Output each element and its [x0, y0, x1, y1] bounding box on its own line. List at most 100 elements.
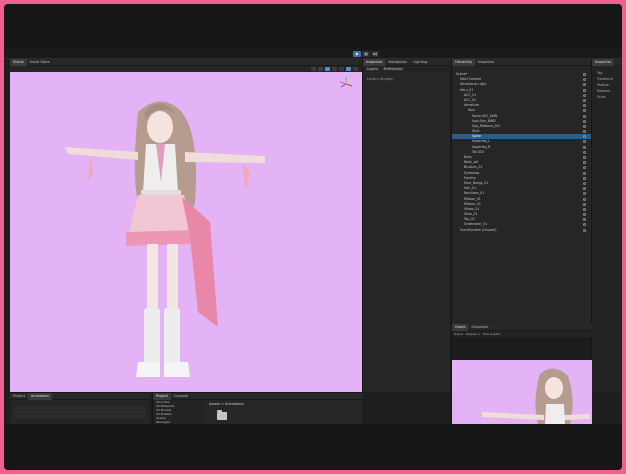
tab-animation[interactable]: Animation [27, 392, 52, 400]
label-position: Position [597, 83, 610, 87]
gizmos-icon[interactable] [346, 67, 351, 71]
visibility-icon[interactable] [583, 88, 586, 92]
hierarchy-panel: Hierarchy Inspector Scene* Main Camera Dir… [451, 58, 592, 324]
visibility-icon[interactable] [583, 202, 586, 206]
visibility-icon[interactable] [583, 150, 586, 154]
scene-tabbar: Scene Asset Store [10, 58, 362, 66]
visibility-icon[interactable] [583, 109, 586, 113]
visibility-icon[interactable] [583, 228, 586, 232]
visibility-icon[interactable] [583, 218, 586, 222]
subtab-preferences[interactable]: Preferences [381, 67, 405, 71]
label-transform: Transform [597, 77, 613, 81]
timeline[interactable] [10, 406, 150, 419]
tab-inspector[interactable]: Inspector [363, 58, 386, 66]
visibility-icon[interactable] [583, 104, 586, 108]
visibility-icon[interactable] [583, 166, 586, 170]
label-tag: Tag [597, 71, 603, 75]
hierarchy-row-label: Brushes_01 [464, 165, 483, 170]
screen-frame: Scene Asset Store Inspector Navigation L… [4, 4, 622, 470]
tab-game[interactable]: Game [452, 323, 469, 331]
2d-toggle-icon[interactable] [318, 67, 323, 71]
camera-settings-icon[interactable] [353, 67, 358, 71]
hierarchy-row[interactable]: EventSystem (Unused) [452, 228, 592, 233]
visibility-icon[interactable] [583, 73, 586, 76]
animation-panel: Project Animation [10, 392, 150, 424]
visibility-icon[interactable] [583, 98, 586, 102]
visibility-icon[interactable] [583, 176, 586, 180]
tab-scene[interactable]: Scene [10, 58, 27, 66]
game-panel: Game Simulator Game Display 1 Free Aspec… [451, 323, 592, 424]
inspector-empty-text: Layers (Empty) [367, 77, 394, 81]
step-icon [373, 52, 377, 56]
tab-asset-store[interactable]: Asset Store [27, 59, 53, 66]
hierarchy-row-label: Main Camera [460, 77, 482, 82]
visibility-icon[interactable] [583, 83, 586, 87]
aspect-dropdown[interactable]: Free Aspect [483, 332, 501, 336]
project-sidebar: Favorites All Materials All Models All P… [153, 400, 203, 425]
pause-icon [364, 52, 368, 56]
visibility-icon[interactable] [583, 78, 586, 82]
visibility-icon[interactable] [583, 93, 586, 97]
visibility-icon[interactable] [583, 207, 586, 211]
avatar-model[interactable] [10, 72, 362, 392]
step-button[interactable] [371, 51, 379, 57]
hierarchy-row-label: Tail.002 [472, 149, 485, 154]
game-mode-dropdown[interactable]: Game [454, 332, 463, 336]
tab-navigation[interactable]: Navigation [385, 59, 410, 66]
hierarchy-row-label: Shoe_01 [464, 212, 478, 217]
hierarchy-row-label: Directional Light [460, 82, 487, 87]
visibility-icon[interactable] [583, 181, 586, 185]
tab-right-inspector[interactable]: Inspector [592, 58, 615, 66]
visibility-icon[interactable] [583, 156, 586, 159]
hierarchy-row-label: Upperleg_R [472, 144, 491, 149]
visibility-icon[interactable] [583, 161, 586, 165]
letterbox-bottom [4, 424, 622, 470]
visibility-icon[interactable] [583, 197, 586, 201]
tab-project[interactable]: Project [153, 392, 171, 400]
hierarchy-row-label: Body [464, 155, 473, 159]
display-dropdown[interactable]: Display 1 [466, 332, 480, 336]
visibility-icon[interactable] [583, 192, 586, 196]
visibility-icon[interactable] [583, 114, 586, 118]
pause-button[interactable] [362, 51, 370, 57]
play-button[interactable] [353, 51, 361, 57]
hierarchy-row-label: ACC_01 [464, 92, 477, 97]
tab-hierarchy[interactable]: Hierarchy [452, 58, 475, 66]
hierarchy-row-label: ACC_02 [464, 97, 477, 102]
timeline-track [14, 415, 146, 418]
subtab-layers[interactable]: Layers [365, 67, 380, 71]
visibility-icon[interactable] [583, 135, 586, 139]
inspector-subtabs: Layers Preferences [363, 66, 451, 72]
visibility-icon[interactable] [583, 187, 586, 191]
main-toolbar [4, 49, 622, 59]
label-scale: Scale [597, 95, 606, 99]
hierarchy-row-label: Face_Bangs_01 [464, 180, 489, 185]
scene-viewport[interactable] [10, 72, 362, 392]
hierarchy-row-label: Shoes_01 [464, 206, 480, 211]
visibility-icon[interactable] [583, 124, 586, 128]
visibility-icon[interactable] [583, 145, 586, 149]
visibility-icon[interactable] [583, 213, 586, 217]
effects-icon[interactable] [339, 67, 344, 71]
shading-mode-icon[interactable] [311, 67, 316, 71]
visibility-icon[interactable] [583, 119, 586, 123]
tab-lighting[interactable]: Lighting [410, 59, 430, 66]
visibility-icon[interactable] [583, 140, 586, 144]
tab-inspector-2[interactable]: Inspector [475, 59, 497, 66]
game-viewport[interactable] [452, 360, 592, 424]
hierarchy-row-label: Skirt [472, 129, 480, 134]
visibility-icon[interactable] [583, 130, 586, 134]
tab-simulator[interactable]: Simulator [468, 324, 491, 331]
visibility-icon[interactable] [583, 171, 586, 175]
folder-icon[interactable] [217, 410, 227, 420]
hierarchy-row-label: Body_w0 [464, 160, 479, 165]
game-tabbar: Game Simulator [452, 323, 592, 331]
hierarchy-row-label: Necklace_01 [464, 191, 485, 196]
lighting-toggle-icon[interactable] [325, 67, 330, 71]
audio-toggle-icon[interactable] [332, 67, 337, 71]
play-controls [353, 51, 379, 57]
visibility-icon[interactable] [583, 223, 586, 227]
tab-project-left[interactable]: Project [10, 393, 28, 400]
tab-console[interactable]: Console [171, 393, 191, 400]
scene-panel: Scene Asset Store [10, 58, 362, 392]
